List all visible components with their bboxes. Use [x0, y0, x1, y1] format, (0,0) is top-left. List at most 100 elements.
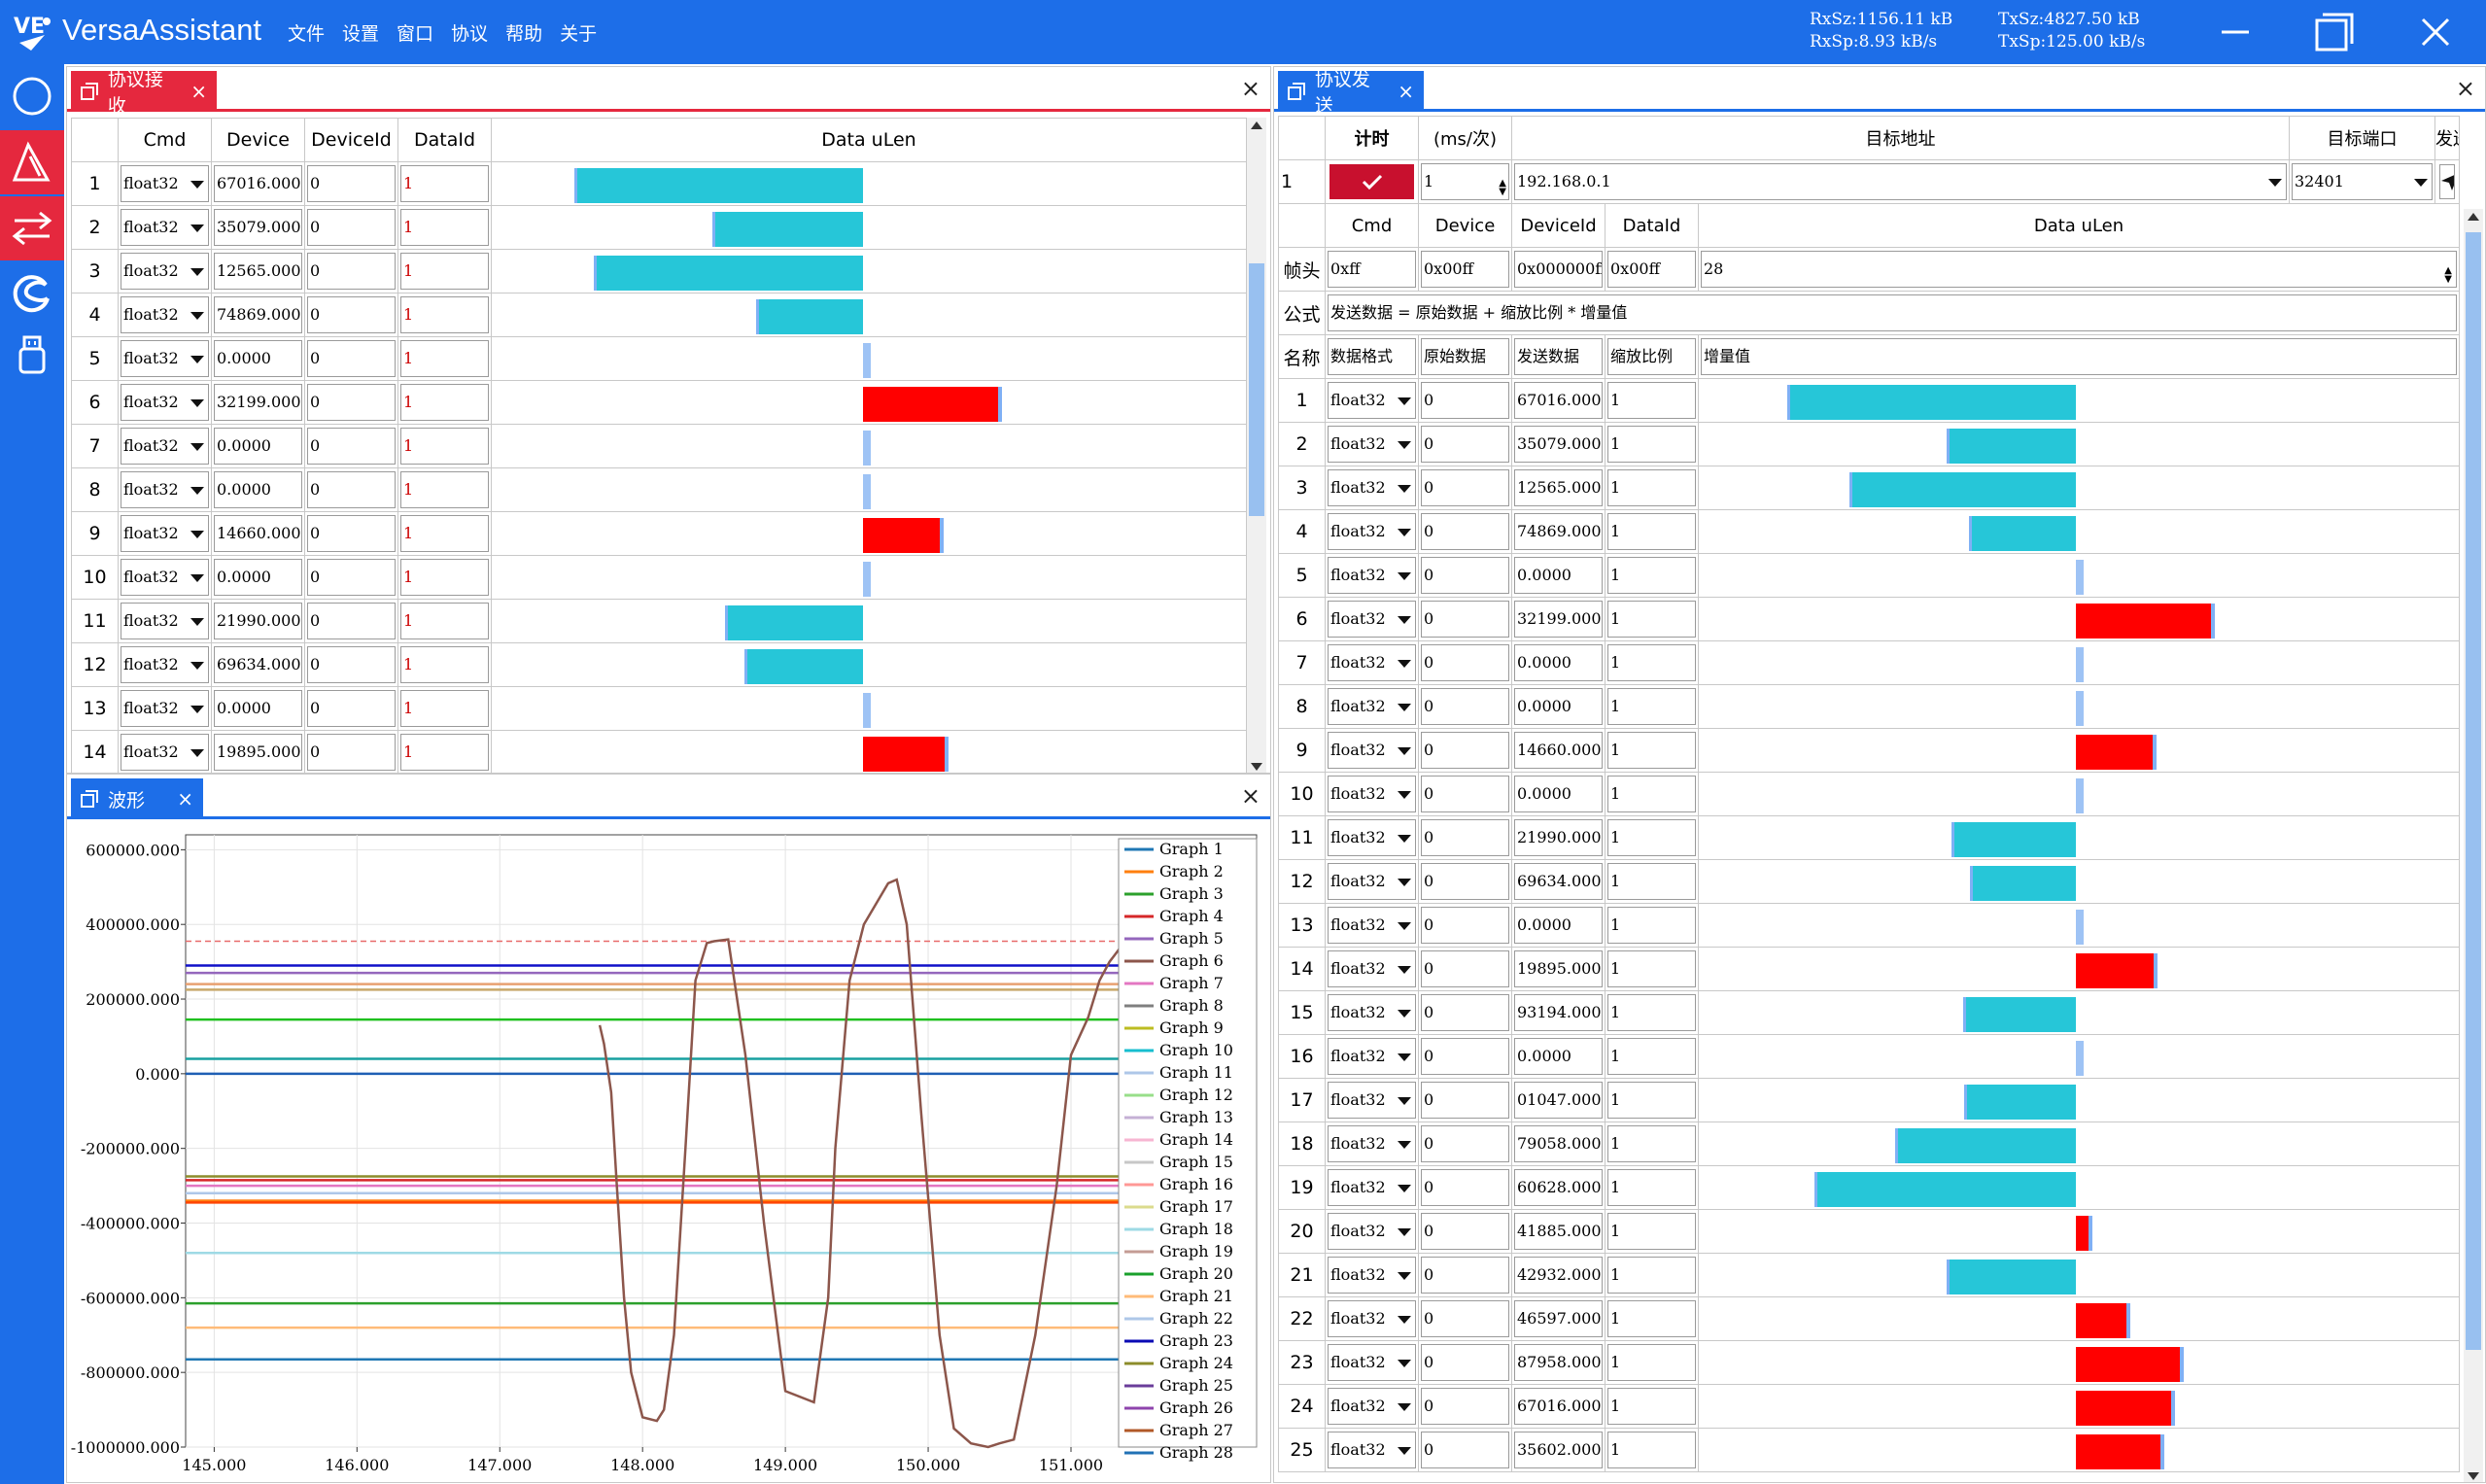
format-combo[interactable]: float32 — [1328, 994, 1416, 1031]
raw-input[interactable]: 0 — [1421, 994, 1509, 1031]
raw-input[interactable]: 0 — [1421, 907, 1509, 944]
device-input[interactable]: 0.0000 — [214, 471, 302, 508]
send-scroll-thumb[interactable] — [2466, 232, 2481, 1350]
device-input[interactable]: 12565.0000 — [214, 253, 302, 290]
raw-input[interactable]: 0 — [1421, 382, 1509, 419]
deviceid-input[interactable]: 0 — [307, 428, 396, 465]
deviceid-input[interactable]: 0 — [307, 165, 396, 202]
device-input[interactable]: 74869.0000 — [214, 296, 302, 333]
raw-input[interactable]: 0 — [1421, 1082, 1509, 1119]
format-combo[interactable]: float32 — [1328, 1432, 1416, 1468]
legend-entry[interactable]: Graph 13 — [1159, 1108, 1233, 1126]
device-input[interactable]: 69634.0000 — [214, 646, 302, 683]
scale-input[interactable]: 1 — [1607, 863, 1696, 900]
legend-entry[interactable]: Graph 21 — [1159, 1287, 1233, 1305]
menu-help[interactable]: 帮助 — [505, 19, 542, 46]
raw-input[interactable]: 0 — [1421, 1257, 1509, 1294]
legend-entry[interactable]: Graph 3 — [1159, 884, 1224, 903]
raw-input[interactable]: 0 — [1421, 950, 1509, 987]
format-combo[interactable]: float32 — [1328, 776, 1416, 812]
legend-entry[interactable]: Graph 2 — [1159, 862, 1224, 880]
legend-entry[interactable]: Graph 6 — [1159, 951, 1224, 970]
deviceid-input[interactable]: 0 — [307, 471, 396, 508]
scale-input[interactable]: 1 — [1607, 557, 1696, 594]
raw-input[interactable]: 0 — [1421, 819, 1509, 856]
dataid-input[interactable]: 1 — [400, 428, 489, 465]
device-input[interactable]: 14660.0000 — [214, 515, 302, 552]
dataid-input[interactable]: 1 — [400, 690, 489, 727]
scale-input[interactable]: 1 — [1607, 1344, 1696, 1381]
frame-head-dataid-input[interactable]: 0x00ff — [1607, 251, 1696, 288]
tab-send[interactable]: 协议发送 × — [1278, 69, 1424, 117]
cmd-combo[interactable]: float32 — [121, 515, 209, 552]
raw-input[interactable]: 0 — [1421, 732, 1509, 769]
scale-input[interactable]: 1 — [1607, 950, 1696, 987]
maximize-button[interactable] — [2303, 8, 2365, 56]
minimize-button[interactable] — [2204, 8, 2266, 56]
legend-entry[interactable]: Graph 1 — [1159, 840, 1224, 858]
cmd-combo[interactable]: float32 — [121, 559, 209, 596]
device-input[interactable]: 19895.0000 — [214, 734, 302, 771]
cmd-combo[interactable]: float32 — [121, 296, 209, 333]
legend-entry[interactable]: Graph 8 — [1159, 996, 1224, 1015]
close-window-button[interactable] — [2404, 8, 2467, 56]
scale-input[interactable]: 1 — [1607, 1082, 1696, 1119]
format-combo[interactable]: float32 — [1328, 907, 1416, 944]
format-combo[interactable]: float32 — [1328, 732, 1416, 769]
cmd-combo[interactable]: float32 — [121, 690, 209, 727]
frame-head-len-spinbox[interactable]: 28 ▲ ▼ — [1701, 251, 2457, 288]
legend-entry[interactable]: Graph 27 — [1159, 1421, 1233, 1439]
scale-input[interactable]: 1 — [1607, 1388, 1696, 1425]
legend-entry[interactable]: Graph 25 — [1159, 1376, 1233, 1395]
dataid-input[interactable]: 1 — [400, 165, 489, 202]
scroll-down-icon[interactable] — [1251, 763, 1262, 771]
scale-input[interactable]: 1 — [1607, 644, 1696, 681]
scale-input[interactable]: 1 — [1607, 688, 1696, 725]
scale-input[interactable]: 1 — [1607, 601, 1696, 638]
raw-input[interactable]: 0 — [1421, 1344, 1509, 1381]
format-combo[interactable]: float32 — [1328, 601, 1416, 638]
legend-entry[interactable]: Graph 7 — [1159, 974, 1224, 992]
legend-entry[interactable]: Graph 20 — [1159, 1264, 1233, 1283]
scale-input[interactable]: 1 — [1607, 819, 1696, 856]
raw-input[interactable]: 0 — [1421, 1300, 1509, 1337]
spin-down-icon[interactable]: ▼ — [2444, 275, 2452, 285]
legend-entry[interactable]: Graph 23 — [1159, 1331, 1233, 1350]
frame-head-deviceid-input[interactable]: 0x000000ff — [1514, 251, 1603, 288]
send-button[interactable] — [2439, 164, 2455, 199]
scale-input[interactable]: 1 — [1607, 1257, 1696, 1294]
interval-spinbox[interactable]: 1 ▲ ▼ — [1421, 163, 1509, 200]
raw-input[interactable]: 0 — [1421, 469, 1509, 506]
wave-panel-close[interactable]: × — [1241, 782, 1260, 810]
sidebar-item-edge[interactable] — [0, 262, 64, 327]
dataid-input[interactable]: 1 — [400, 253, 489, 290]
scale-input[interactable]: 1 — [1607, 382, 1696, 419]
legend-entry[interactable]: Graph 11 — [1159, 1063, 1233, 1082]
scale-input[interactable]: 1 — [1607, 426, 1696, 463]
dataid-input[interactable]: 1 — [400, 384, 489, 421]
scale-input[interactable]: 1 — [1607, 732, 1696, 769]
legend-entry[interactable]: Graph 19 — [1159, 1242, 1233, 1260]
format-combo[interactable]: float32 — [1328, 469, 1416, 506]
raw-input[interactable]: 0 — [1421, 1388, 1509, 1425]
tab-wave-close[interactable]: × — [177, 787, 193, 811]
format-combo[interactable]: float32 — [1328, 863, 1416, 900]
sidebar-item-usb[interactable] — [0, 323, 64, 387]
deviceid-input[interactable]: 0 — [307, 296, 396, 333]
format-combo[interactable]: float32 — [1328, 1213, 1416, 1250]
deviceid-input[interactable]: 0 — [307, 559, 396, 596]
menu-file[interactable]: 文件 — [288, 19, 325, 46]
target-port-combo[interactable]: 32401 — [2292, 163, 2433, 200]
scale-input[interactable]: 1 — [1607, 1038, 1696, 1075]
waveform-chart[interactable]: 600000.000 400000.000 200000.000 0.000 -2000… — [67, 825, 1270, 1482]
format-combo[interactable]: float32 — [1328, 950, 1416, 987]
legend-entry[interactable]: Graph 14 — [1159, 1130, 1233, 1149]
format-combo[interactable]: float32 — [1328, 1082, 1416, 1119]
dataid-input[interactable]: 1 — [400, 296, 489, 333]
deviceid-input[interactable]: 0 — [307, 253, 396, 290]
scale-input[interactable]: 1 — [1607, 1300, 1696, 1337]
target-address-combo[interactable]: 192.168.0.1 — [1514, 163, 2287, 200]
device-input[interactable]: 32199.0000 — [214, 384, 302, 421]
legend-entry[interactable]: Graph 28 — [1159, 1443, 1233, 1462]
tab-wave[interactable]: 波形 × — [71, 778, 203, 819]
